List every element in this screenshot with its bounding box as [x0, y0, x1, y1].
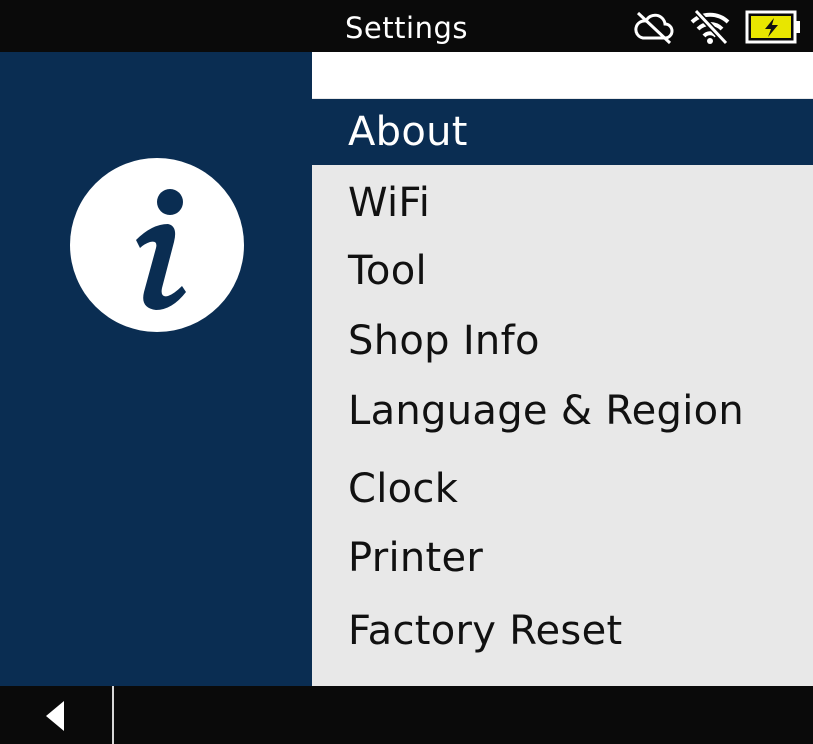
- menu-top-strip: [312, 52, 813, 98]
- menu-item-printer[interactable]: Printer: [312, 525, 813, 591]
- back-arrow-icon: [46, 701, 64, 731]
- info-icon: [70, 158, 244, 332]
- cloud-off-icon: [632, 9, 676, 45]
- wifi-off-icon: [688, 9, 732, 45]
- side-panel: [0, 52, 312, 686]
- settings-menu: About WiFi Tool Shop Info Language & Reg…: [312, 52, 813, 686]
- menu-item-factory-reset[interactable]: Factory Reset: [312, 598, 813, 664]
- back-button[interactable]: [0, 686, 114, 744]
- battery-charging-icon: [745, 9, 803, 45]
- status-bar: Settings: [0, 0, 813, 52]
- menu-item-tool[interactable]: Tool: [312, 238, 813, 304]
- menu-item-about[interactable]: About: [312, 99, 813, 165]
- menu-item-clock[interactable]: Clock: [312, 456, 813, 522]
- menu-item-shop-info[interactable]: Shop Info: [312, 308, 813, 374]
- menu-item-language-region[interactable]: Language & Region: [312, 378, 813, 444]
- bottom-bar: [0, 686, 813, 744]
- menu-item-wifi[interactable]: WiFi: [312, 170, 813, 236]
- settings-screen: Settings About WiFi Tool Shop Info Langu…: [0, 0, 813, 744]
